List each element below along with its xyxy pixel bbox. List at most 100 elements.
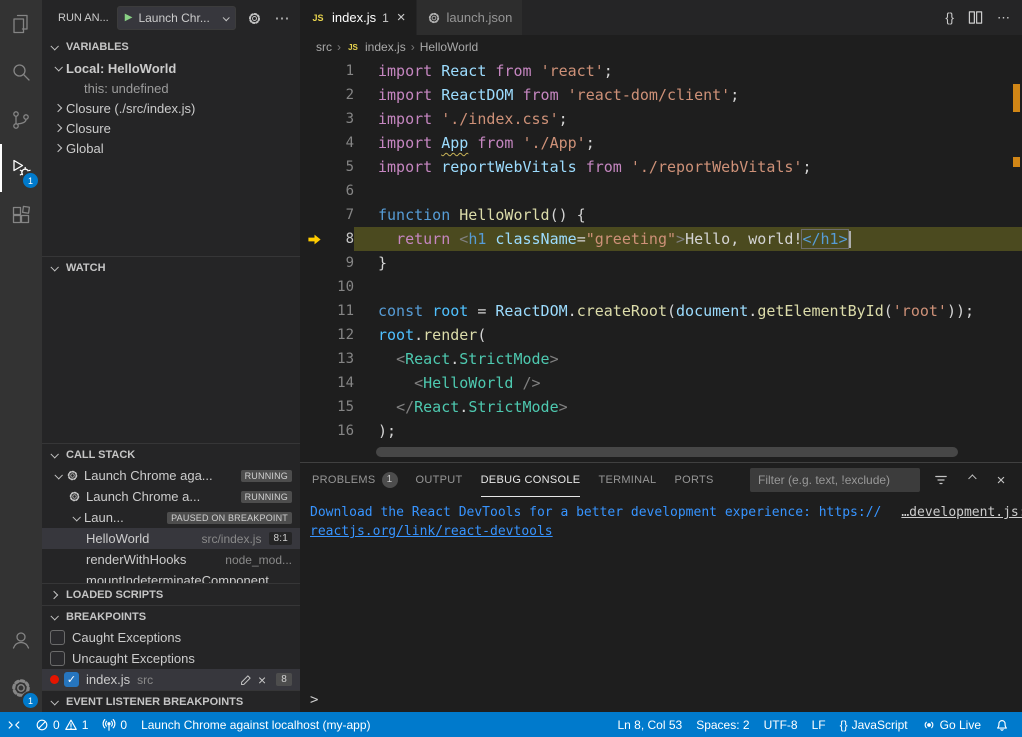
code-line[interactable]: 16); bbox=[300, 419, 1022, 443]
variable-item[interactable]: Closure (./src/index.js) bbox=[42, 98, 300, 118]
breakpoint-checkbox[interactable] bbox=[50, 630, 65, 645]
section-loaded-scripts[interactable]: LOADED SCRIPTS bbox=[42, 583, 300, 605]
code-line[interactable]: 10 bbox=[300, 275, 1022, 299]
call-stack-item[interactable]: HelloWorldsrc/index.js8:1 bbox=[42, 528, 300, 549]
call-stack-item[interactable]: renderWithHooksnode_mod... bbox=[42, 549, 300, 570]
console-link[interactable]: Download the React DevTools for a better… bbox=[310, 503, 881, 522]
debug-console-input[interactable]: > bbox=[300, 688, 1022, 712]
code-line[interactable]: 5import reportWebVitals from './reportWe… bbox=[300, 155, 1022, 179]
breakpoint-gutter[interactable] bbox=[300, 251, 328, 275]
breakpoint-gutter[interactable] bbox=[300, 299, 328, 323]
panel-tab-ports[interactable]: PORTS bbox=[674, 463, 713, 497]
variable-item[interactable]: Global bbox=[42, 138, 300, 158]
breakpoint-gutter[interactable] bbox=[300, 323, 328, 347]
go-live-button[interactable]: Go Live bbox=[915, 712, 988, 737]
variable-item[interactable]: Local: HelloWorld bbox=[42, 58, 300, 78]
section-watch[interactable]: WATCH bbox=[42, 256, 300, 278]
edit-breakpoint-icon[interactable] bbox=[240, 674, 252, 686]
close-tab-icon[interactable]: × bbox=[397, 9, 406, 26]
code-editor[interactable]: 1import React from 'react';2import React… bbox=[300, 59, 1022, 462]
breakpoint-item[interactable]: ✓index.jssrc×8 bbox=[42, 669, 300, 690]
activity-settings[interactable]: 1 bbox=[0, 664, 42, 712]
activity-search[interactable] bbox=[0, 48, 42, 96]
debug-configure-gear-icon[interactable] bbox=[244, 8, 264, 28]
breakpoint-gutter[interactable] bbox=[300, 203, 328, 227]
breakpoint-gutter[interactable] bbox=[300, 59, 328, 83]
debug-session-status[interactable]: Launch Chrome against localhost (my-app) bbox=[134, 712, 377, 737]
encoding-status[interactable]: UTF-8 bbox=[757, 712, 805, 737]
code-line[interactable]: 14 <HelloWorld /> bbox=[300, 371, 1022, 395]
breadcrumb-symbol[interactable]: HelloWorld bbox=[420, 40, 478, 54]
breakpoint-gutter[interactable] bbox=[300, 131, 328, 155]
activity-accounts[interactable] bbox=[0, 616, 42, 664]
breakpoint-checkbox[interactable]: ✓ bbox=[64, 672, 79, 687]
breakpoint-item[interactable]: Uncaught Exceptions bbox=[42, 648, 300, 669]
breakpoint-item[interactable]: Caught Exceptions bbox=[42, 627, 300, 648]
console-link[interactable]: reactjs.org/link/react-devtools bbox=[310, 522, 553, 541]
breakpoint-gutter[interactable] bbox=[300, 155, 328, 179]
indentation-status[interactable]: Spaces: 2 bbox=[689, 712, 756, 737]
activity-run-and-debug[interactable]: 1 bbox=[0, 144, 42, 192]
debug-console-filter-input[interactable] bbox=[750, 468, 920, 492]
breakpoint-gutter[interactable] bbox=[300, 371, 328, 395]
code-line[interactable]: 11const root = ReactDOM.createRoot(docum… bbox=[300, 299, 1022, 323]
call-stack-item[interactable]: Launch Chrome aga...RUNNING bbox=[42, 465, 300, 486]
debug-current-line-arrow-icon[interactable] bbox=[300, 227, 328, 251]
cursor-position[interactable]: Ln 8, Col 53 bbox=[610, 712, 689, 737]
filter-icon[interactable] bbox=[932, 471, 950, 489]
code-line[interactable]: 7function HelloWorld() { bbox=[300, 203, 1022, 227]
activity-extensions[interactable] bbox=[0, 192, 42, 240]
console-source-link[interactable]: …development.js:29840 bbox=[881, 503, 1022, 522]
call-stack-item[interactable]: Laun...PAUSED ON BREAKPOINT bbox=[42, 507, 300, 528]
variable-item[interactable]: Closure bbox=[42, 118, 300, 138]
breakpoint-gutter[interactable] bbox=[300, 419, 328, 443]
tab-index-js[interactable]: JS index.js 1 × bbox=[300, 0, 417, 35]
code-line[interactable]: 6 bbox=[300, 179, 1022, 203]
split-editor-icon[interactable] bbox=[968, 10, 983, 25]
views-more-actions-icon[interactable]: ⋯ bbox=[272, 8, 292, 28]
breakpoint-gutter[interactable] bbox=[300, 347, 328, 371]
notifications-bell[interactable] bbox=[988, 712, 1016, 737]
maximize-panel-icon[interactable] bbox=[962, 471, 980, 489]
panel-tab-terminal[interactable]: TERMINAL bbox=[598, 463, 656, 497]
code-line[interactable]: 9} bbox=[300, 251, 1022, 275]
panel-tab-output[interactable]: OUTPUT bbox=[416, 463, 463, 497]
panel-tab-debug-console[interactable]: DEBUG CONSOLE bbox=[481, 463, 581, 497]
section-breakpoints[interactable]: BREAKPOINTS bbox=[42, 605, 300, 627]
start-debugging-icon[interactable]: ▶ bbox=[125, 13, 133, 23]
code-line[interactable]: 1import React from 'react'; bbox=[300, 59, 1022, 83]
code-line[interactable]: 4import App from './App'; bbox=[300, 131, 1022, 155]
code-line[interactable]: 15 </React.StrictMode> bbox=[300, 395, 1022, 419]
code-line[interactable]: 3import './index.css'; bbox=[300, 107, 1022, 131]
tab-launch-json[interactable]: launch.json bbox=[417, 0, 524, 35]
language-mode[interactable]: {} JavaScript bbox=[833, 712, 915, 737]
panel-tab-problems[interactable]: PROBLEMS1 bbox=[312, 463, 398, 497]
editor-more-actions-icon[interactable]: ⋯ bbox=[997, 10, 1010, 26]
section-call-stack[interactable]: CALL STACK bbox=[42, 443, 300, 465]
close-panel-icon[interactable]: × bbox=[992, 471, 1010, 489]
call-stack-item[interactable]: Launch Chrome a...RUNNING bbox=[42, 486, 300, 507]
horizontal-scrollbar[interactable] bbox=[376, 447, 958, 457]
code-line[interactable]: 12root.render( bbox=[300, 323, 1022, 347]
activity-source-control[interactable] bbox=[0, 96, 42, 144]
call-stack-item[interactable]: mountIndeterminateComponent bbox=[42, 570, 300, 583]
section-variables[interactable]: VARIABLES bbox=[42, 36, 300, 58]
code-line[interactable]: 13 <React.StrictMode> bbox=[300, 347, 1022, 371]
activity-explorer[interactable] bbox=[0, 0, 42, 48]
ports-status[interactable]: 0 bbox=[95, 712, 134, 737]
breakpoint-checkbox[interactable] bbox=[50, 651, 65, 666]
breadcrumb-folder[interactable]: src bbox=[316, 40, 332, 54]
remote-indicator[interactable] bbox=[0, 712, 28, 737]
breakpoint-gutter[interactable] bbox=[300, 107, 328, 131]
breadcrumb-file[interactable]: index.js bbox=[365, 40, 406, 54]
code-line[interactable]: 8 return <h1 className="greeting">Hello,… bbox=[300, 227, 1022, 251]
code-line[interactable]: 2import ReactDOM from 'react-dom/client'… bbox=[300, 83, 1022, 107]
debug-launch-config-dropdown[interactable]: ▶ Launch Chr... bbox=[117, 6, 236, 30]
breakpoint-gutter[interactable] bbox=[300, 83, 328, 107]
eol-status[interactable]: LF bbox=[805, 712, 833, 737]
variable-item[interactable]: this: undefined bbox=[42, 78, 300, 98]
braces-icon[interactable]: {} bbox=[945, 10, 954, 25]
section-event-listener-breakpoints[interactable]: EVENT LISTENER BREAKPOINTS bbox=[42, 690, 300, 712]
breakpoint-gutter[interactable] bbox=[300, 395, 328, 419]
remove-breakpoint-icon[interactable]: × bbox=[258, 673, 266, 687]
